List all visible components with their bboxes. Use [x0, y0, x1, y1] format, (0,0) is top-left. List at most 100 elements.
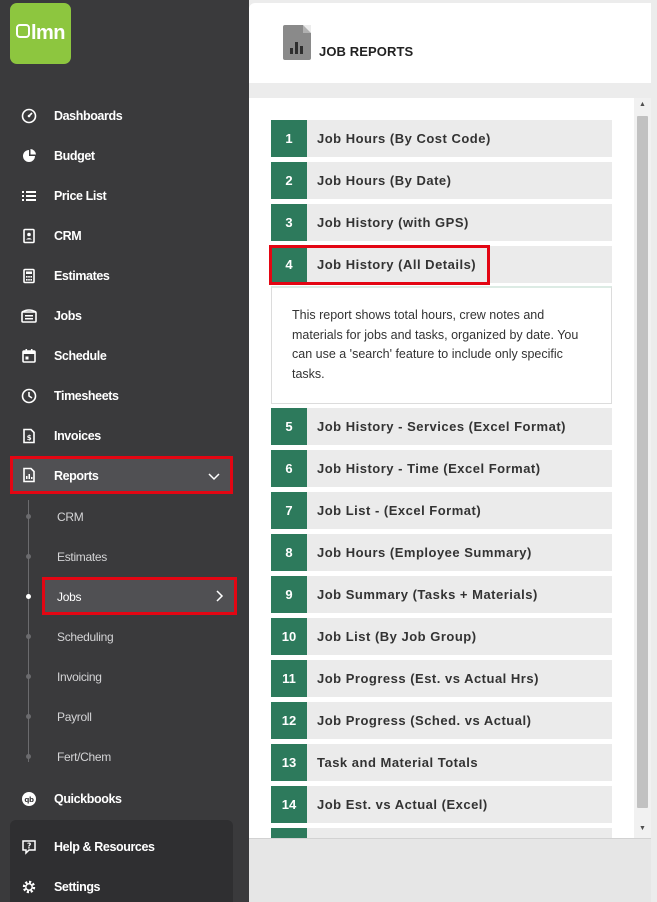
sidebar-item-reports[interactable]: Reports — [10, 456, 233, 494]
scrollbar[interactable]: ▲ ▼ — [634, 98, 651, 838]
report-document-icon — [283, 25, 311, 60]
report-number: 7 — [271, 492, 307, 529]
sidebar-item-crm[interactable]: CRM — [0, 216, 249, 256]
sidebar-item-settings[interactable]: Settings — [0, 867, 249, 902]
submenu-item-payroll[interactable]: Payroll — [57, 710, 92, 730]
report-number: 4 — [271, 246, 307, 283]
invoice-icon: $ — [20, 427, 38, 445]
submenu-dot-active — [26, 594, 31, 599]
scroll-down-icon[interactable]: ▼ — [639, 825, 646, 832]
report-name: Task and Material Totals — [317, 755, 479, 770]
lmn-logo[interactable]: lmn — [10, 3, 71, 64]
quickbooks-icon: qb — [20, 790, 38, 808]
jobs-icon — [20, 307, 38, 325]
report-name: Job History (with GPS) — [317, 215, 469, 230]
report-icon — [21, 467, 39, 485]
report-row[interactable]: 11 Job Progress (Est. vs Actual Hrs) — [271, 660, 612, 697]
sidebar-item-estimates[interactable]: Estimates — [0, 256, 249, 296]
submenu-dot — [26, 674, 31, 679]
report-number: 5 — [271, 408, 307, 445]
report-name: Job List (By Job Group) — [317, 629, 477, 644]
logo-mark-icon — [15, 23, 30, 38]
main-content: JOB REPORTS 1 Job Hours (By Cost Code) 2… — [249, 0, 657, 902]
report-name: Job Hours (By Date) — [317, 173, 452, 188]
report-row[interactable]: 8 Job Hours (Employee Summary) — [271, 534, 612, 571]
submenu-item-estimates[interactable]: Estimates — [57, 550, 107, 570]
page-header: JOB REPORTS — [249, 3, 651, 83]
sidebar-item-price-list[interactable]: Price List — [0, 176, 249, 216]
sidebar-item-jobs[interactable]: Jobs — [0, 296, 249, 336]
report-row[interactable]: 13 Task and Material Totals — [271, 744, 612, 781]
report-row[interactable]: 5 Job History - Services (Excel Format) — [271, 408, 612, 445]
submenu-item-invoicing[interactable]: Invoicing — [57, 670, 102, 690]
report-name: Job List - (Excel Format) — [317, 503, 482, 518]
report-row[interactable]: 14 Job Est. vs Actual (Excel) — [271, 786, 612, 823]
report-number: 9 — [271, 576, 307, 613]
sidebar-item-schedule[interactable]: Schedule — [0, 336, 249, 376]
report-number: 11 — [271, 660, 307, 697]
help-icon: ? — [20, 838, 38, 856]
pie-chart-icon — [20, 147, 38, 165]
page-title: JOB REPORTS — [319, 44, 414, 59]
submenu-dot — [26, 514, 31, 519]
report-number: 13 — [271, 744, 307, 781]
report-list: 1 Job Hours (By Cost Code) 2 Job Hours (… — [249, 98, 651, 838]
sidebar-item-quickbooks[interactable]: qb Quickbooks — [0, 779, 249, 819]
report-name: Job History - Services (Excel Format) — [317, 419, 566, 434]
sidebar-item-timesheets[interactable]: Timesheets — [0, 376, 249, 416]
report-description: This report shows total hours, crew note… — [271, 286, 612, 404]
gauge-icon — [20, 107, 38, 125]
report-row[interactable]: 2 Job Hours (By Date) — [271, 162, 612, 199]
report-number: 8 — [271, 534, 307, 571]
settings-icon — [20, 878, 38, 896]
report-row[interactable]: 1 Job Hours (By Cost Code) — [271, 120, 612, 157]
report-number: 10 — [271, 618, 307, 655]
report-number: 12 — [271, 702, 307, 739]
submenu-dot — [26, 634, 31, 639]
report-number: 6 — [271, 450, 307, 487]
sidebar: lmn Dashboards Budget Price List CRM Est… — [0, 0, 249, 902]
submenu-item-fert-chem[interactable]: Fert/Chem — [57, 750, 111, 770]
report-number: 3 — [271, 204, 307, 241]
sidebar-item-dashboards[interactable]: Dashboards — [0, 96, 249, 136]
chevron-down-icon — [208, 470, 220, 484]
report-name: Job Hours (By Cost Code) — [317, 131, 491, 146]
report-row[interactable]: 10 Job List (By Job Group) — [271, 618, 612, 655]
report-description-text: This report shows total hours, crew note… — [292, 308, 579, 381]
submenu-dot — [26, 554, 31, 559]
svg-text:$: $ — [27, 434, 32, 442]
report-number — [271, 828, 307, 838]
submenu-item-crm[interactable]: CRM — [57, 510, 84, 530]
submenu-dot — [26, 714, 31, 719]
report-row-partial[interactable] — [271, 828, 612, 838]
list-icon — [20, 187, 38, 205]
report-name: Job History (All Details) — [317, 257, 477, 272]
report-row[interactable]: 3 Job History (with GPS) — [271, 204, 612, 241]
scroll-up-icon[interactable]: ▲ — [639, 101, 646, 108]
submenu-item-scheduling[interactable]: Scheduling — [57, 630, 114, 650]
calendar-icon — [20, 347, 38, 365]
report-row[interactable]: 6 Job History - Time (Excel Format) — [271, 450, 612, 487]
report-name: Job Hours (Employee Summary) — [317, 545, 532, 560]
report-name: Job Progress (Sched. vs Actual) — [317, 713, 532, 728]
sidebar-item-budget[interactable]: Budget — [0, 136, 249, 176]
report-row[interactable]: 12 Job Progress (Sched. vs Actual) — [271, 702, 612, 739]
svg-text:qb: qb — [24, 796, 34, 804]
submenu-tree-line — [28, 500, 29, 762]
report-number: 2 — [271, 162, 307, 199]
contact-book-icon — [20, 227, 38, 245]
submenu-dot — [26, 754, 31, 759]
report-row[interactable]: 9 Job Summary (Tasks + Materials) — [271, 576, 612, 613]
report-name: Job Progress (Est. vs Actual Hrs) — [317, 671, 539, 686]
report-number: 1 — [271, 120, 307, 157]
report-row[interactable]: 7 Job List - (Excel Format) — [271, 492, 612, 529]
sidebar-item-invoices[interactable]: $ Invoices — [0, 416, 249, 456]
report-name: Job Summary (Tasks + Materials) — [317, 587, 538, 602]
report-row-selected[interactable]: 4 Job History (All Details) — [271, 246, 612, 283]
sidebar-item-help[interactable]: ? Help & Resources — [0, 827, 249, 867]
scrollbar-thumb[interactable] — [637, 116, 648, 808]
submenu-item-jobs[interactable]: Jobs — [42, 577, 237, 615]
list-footer — [249, 838, 651, 902]
report-number: 14 — [271, 786, 307, 823]
svg-text:?: ? — [27, 842, 31, 851]
